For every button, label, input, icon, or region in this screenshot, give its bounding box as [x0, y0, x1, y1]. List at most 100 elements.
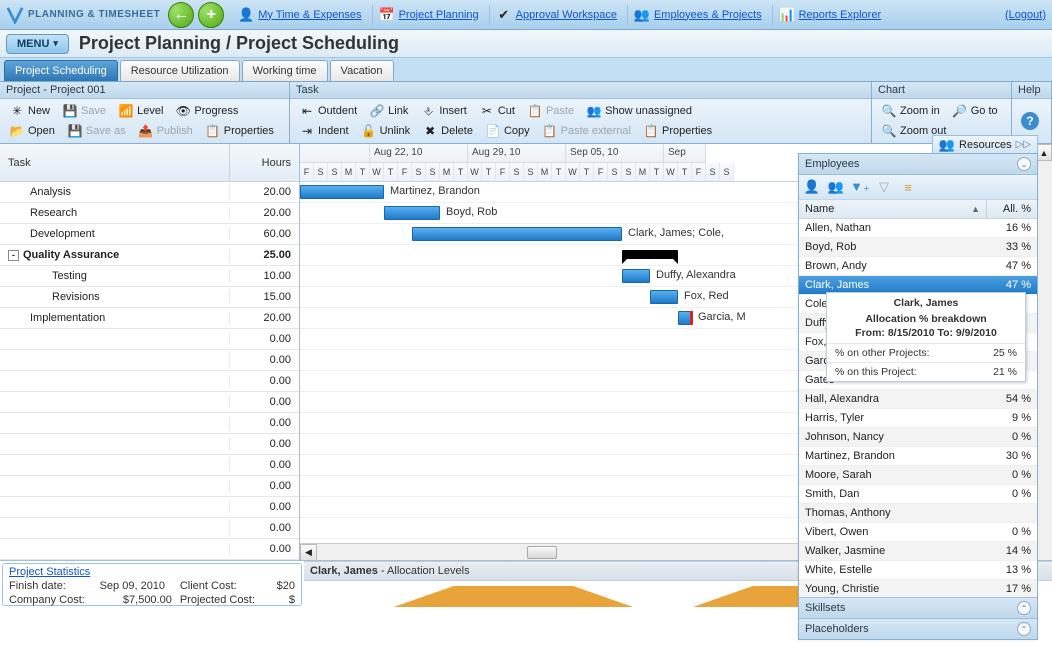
- task-row[interactable]: Research20.00: [0, 203, 299, 224]
- new-button[interactable]: ✳New: [4, 101, 55, 121]
- progress-button[interactable]: 👁Progress: [170, 101, 243, 121]
- logout-link[interactable]: (Logout): [1005, 9, 1046, 21]
- task-row[interactable]: Revisions15.00: [0, 287, 299, 308]
- nav-link-reports-explorer[interactable]: 📊Reports Explorer: [772, 5, 888, 25]
- expand-icon[interactable]: ⌃: [1017, 622, 1031, 636]
- open-button[interactable]: 📂Open: [4, 121, 60, 141]
- task-row[interactable]: 0.00: [0, 539, 299, 560]
- task-row[interactable]: 0.00: [0, 476, 299, 497]
- gantt-bar[interactable]: [384, 206, 440, 220]
- zoomin-button[interactable]: 🔍Zoom in: [876, 101, 945, 121]
- task-row[interactable]: 0.00: [0, 434, 299, 455]
- nav-link-project-planning[interactable]: 📅Project Planning: [372, 5, 485, 25]
- scroll-thumb[interactable]: [527, 546, 557, 559]
- gantt-summary-bar[interactable]: [622, 250, 678, 259]
- col-name-header[interactable]: Name▲: [799, 200, 987, 218]
- employee-row[interactable]: Smith, Dan0 %: [799, 485, 1037, 504]
- task-row[interactable]: 0.00: [0, 413, 299, 434]
- task-row[interactable]: -Quality Assurance25.00: [0, 245, 299, 266]
- goto-icon: 🔎: [952, 103, 968, 119]
- task-row[interactable]: 0.00: [0, 455, 299, 476]
- insert-button[interactable]: ⎀Insert: [415, 101, 472, 121]
- employee-row[interactable]: Thomas, Anthony: [799, 504, 1037, 523]
- placeholders-footer[interactable]: Placeholders⌃: [799, 618, 1037, 639]
- copy-button[interactable]: 📄Copy: [480, 121, 535, 141]
- outdent-button[interactable]: ⇤Outdent: [294, 101, 362, 121]
- expand-icon[interactable]: ⌃: [1017, 601, 1031, 615]
- employee-row[interactable]: Brown, Andy47 %: [799, 257, 1037, 276]
- employee-row[interactable]: Johnson, Nancy0 %: [799, 428, 1037, 447]
- collapse-icon[interactable]: ⌄: [1017, 157, 1031, 171]
- goto-button[interactable]: 🔎Go to: [947, 101, 1003, 121]
- employee-row[interactable]: White, Estelle13 %: [799, 561, 1037, 580]
- properties-button[interactable]: 📋Properties: [200, 121, 279, 141]
- gantt-bar[interactable]: [650, 290, 678, 304]
- task-row[interactable]: Analysis20.00: [0, 182, 299, 203]
- employee-row[interactable]: Young, Christie17 %: [799, 580, 1037, 597]
- task-hours: 20.00: [229, 207, 299, 219]
- nav-link-approval-workspace[interactable]: ✔Approval Workspace: [489, 5, 623, 25]
- saveas-icon: 💾: [67, 123, 83, 139]
- cut-button[interactable]: ✂Cut: [474, 101, 520, 121]
- indent-icon: ⇥: [299, 123, 315, 139]
- subtabs: Project SchedulingResource UtilizationWo…: [0, 58, 1052, 82]
- add-button[interactable]: +: [198, 2, 224, 28]
- sort-icon[interactable]: ≡: [899, 178, 917, 196]
- skillsets-footer[interactable]: Skillsets⌃: [799, 597, 1037, 618]
- employee-row[interactable]: Walker, Jasmine14 %: [799, 542, 1037, 561]
- employee-allocation: 0 %: [987, 488, 1037, 500]
- nav-link-my-time-expenses[interactable]: 👤My Time & Expenses: [232, 5, 367, 25]
- unlink-button[interactable]: 🔓Unlink: [356, 121, 416, 141]
- tab-working-time[interactable]: Working time: [242, 60, 328, 81]
- task-row[interactable]: 0.00: [0, 497, 299, 518]
- indent-button[interactable]: ⇥Indent: [294, 121, 354, 141]
- tooltip-range: From: 8/15/2010 To: 9/9/2010: [827, 327, 1025, 343]
- gantt-bar[interactable]: [300, 185, 384, 199]
- menu-button[interactable]: MENU: [6, 34, 69, 54]
- scroll-left-icon[interactable]: ◀: [300, 544, 317, 561]
- day-header: W: [370, 163, 384, 182]
- level-button[interactable]: 📶Level: [113, 101, 168, 121]
- gantt-bar[interactable]: [412, 227, 622, 241]
- resources-toggle[interactable]: 👥 Resources ▷▷: [932, 135, 1038, 153]
- task-row[interactable]: Development60.00: [0, 224, 299, 245]
- expander-icon[interactable]: -: [8, 250, 19, 261]
- add-group-icon[interactable]: 👥: [827, 178, 845, 196]
- help-button[interactable]: ?: [1016, 110, 1044, 132]
- employee-row[interactable]: Vibert, Owen0 %: [799, 523, 1037, 542]
- project-statistics-link[interactable]: Project Statistics: [9, 566, 90, 578]
- employee-row[interactable]: Hall, Alexandra54 %: [799, 390, 1037, 409]
- tprops-button[interactable]: 📋Properties: [638, 121, 717, 141]
- employee-row[interactable]: Harris, Tyler9 %: [799, 409, 1037, 428]
- company-cost-label: Company Cost:: [9, 594, 92, 606]
- add-employee-icon[interactable]: 👤: [803, 178, 821, 196]
- task-row[interactable]: Implementation20.00: [0, 308, 299, 329]
- col-task-header[interactable]: Task: [0, 157, 229, 169]
- task-row[interactable]: 0.00: [0, 350, 299, 371]
- delete-button[interactable]: ✖Delete: [417, 121, 478, 141]
- back-button[interactable]: ←: [168, 2, 194, 28]
- task-row[interactable]: 0.00: [0, 518, 299, 539]
- tab-vacation[interactable]: Vacation: [330, 60, 394, 81]
- col-hours-header[interactable]: Hours: [229, 144, 299, 181]
- task-row[interactable]: Testing10.00: [0, 266, 299, 287]
- tab-resource-utilization[interactable]: Resource Utilization: [120, 60, 240, 81]
- filter-clear-icon[interactable]: ▽: [875, 178, 893, 196]
- filter-add-icon[interactable]: ▼₊: [851, 178, 869, 196]
- tab-project-scheduling[interactable]: Project Scheduling: [4, 60, 118, 81]
- link-button[interactable]: 🔗Link: [364, 101, 413, 121]
- gantt-bar[interactable]: [622, 269, 650, 283]
- nav-link-employees-projects[interactable]: 👥Employees & Projects: [627, 5, 768, 25]
- task-row[interactable]: 0.00: [0, 392, 299, 413]
- col-allocation-header[interactable]: All. %: [987, 200, 1037, 218]
- task-row[interactable]: 0.00: [0, 329, 299, 350]
- employee-row[interactable]: Boyd, Rob33 %: [799, 238, 1037, 257]
- employee-name: Moore, Sarah: [799, 469, 987, 481]
- scroll-up-icon[interactable]: ▲: [1036, 144, 1052, 161]
- employee-row[interactable]: Martinez, Brandon30 %: [799, 447, 1037, 466]
- employee-row[interactable]: Allen, Nathan16 %: [799, 219, 1037, 238]
- showun-button[interactable]: 👥Show unassigned: [581, 101, 697, 121]
- employee-row[interactable]: Moore, Sarah0 %: [799, 466, 1037, 485]
- company-cost-value: $7,500.00: [100, 594, 172, 606]
- task-row[interactable]: 0.00: [0, 371, 299, 392]
